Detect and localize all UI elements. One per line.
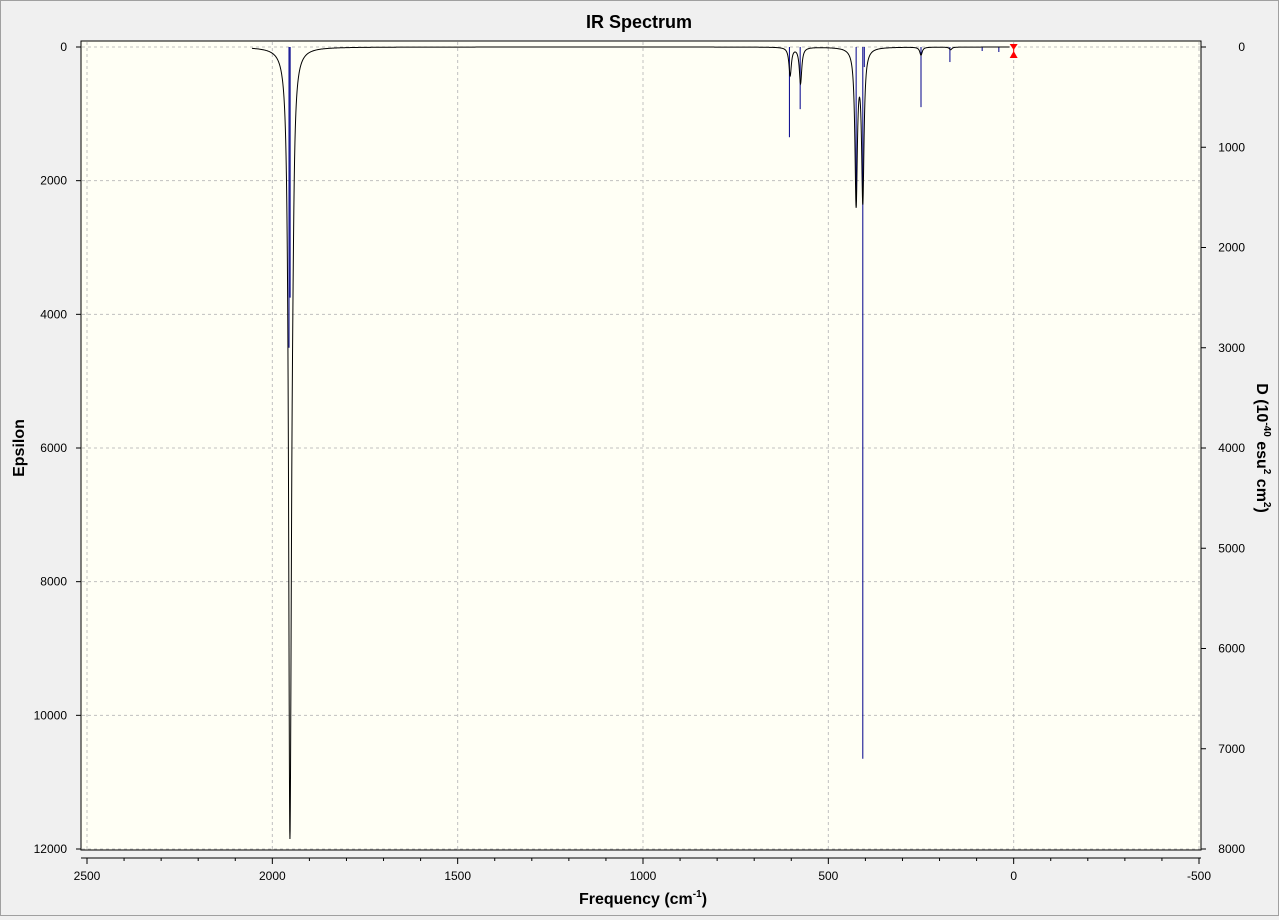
y-right-tick-label: 3000	[1218, 341, 1245, 355]
y-right-tick-label: 1000	[1218, 140, 1245, 154]
x-tick-label: 2000	[259, 869, 286, 883]
y-axis-left: 0 2000 4000 6000 8000 10000 12000	[34, 40, 81, 856]
y-right-tick-label: 2000	[1218, 241, 1245, 255]
y-left-tick-label: 12000	[34, 842, 68, 856]
y-right-tick-label: 5000	[1218, 541, 1245, 555]
x-tick-label: 0	[1010, 869, 1017, 883]
y-left-tick-label: 8000	[40, 575, 67, 589]
y-left-tick-label: 2000	[40, 174, 67, 188]
y-right-tick-label: 6000	[1218, 642, 1245, 656]
x-axis: 2500 2000 1500 1000 500 0 -500	[74, 857, 1211, 883]
x-tick-label: 500	[818, 869, 838, 883]
x-tick-label: -500	[1187, 869, 1211, 883]
y-left-tick-label: 10000	[34, 708, 68, 722]
ir-spectrum-chart: IR Spectrum 2500 2000 1500 1000 500 0 -500 020…	[11, 12, 1272, 908]
y-axis-right: 0 1000 2000 3000 4000 5000 6000 7000 8000	[1201, 40, 1245, 856]
y-right-tick-label: 0	[1238, 40, 1245, 54]
y-axis-right-title: D (10-40 esu2 cm2)	[1253, 383, 1272, 513]
y-right-tick-label: 4000	[1218, 441, 1245, 455]
x-tick-label: 1000	[630, 869, 657, 883]
chart-window: IR Spectrum 2500 2000 1500 1000 500 0 -500 0 20…	[0, 0, 1279, 916]
y-right-tick-label: 7000	[1218, 742, 1245, 756]
y-right-tick-label: 8000	[1218, 842, 1245, 856]
x-tick-label: 2500	[74, 869, 101, 883]
y-axis-left-title: Epsilon	[11, 419, 28, 477]
y-left-tick-label: 6000	[40, 441, 67, 455]
y-left-tick-label: 0	[60, 40, 67, 54]
x-tick-label: 1500	[444, 869, 471, 883]
chart-title: IR Spectrum	[586, 12, 692, 32]
plot-area	[80, 40, 1202, 851]
x-axis-title: Frequency (cm-1)	[579, 889, 707, 908]
y-left-tick-label: 4000	[40, 307, 67, 321]
